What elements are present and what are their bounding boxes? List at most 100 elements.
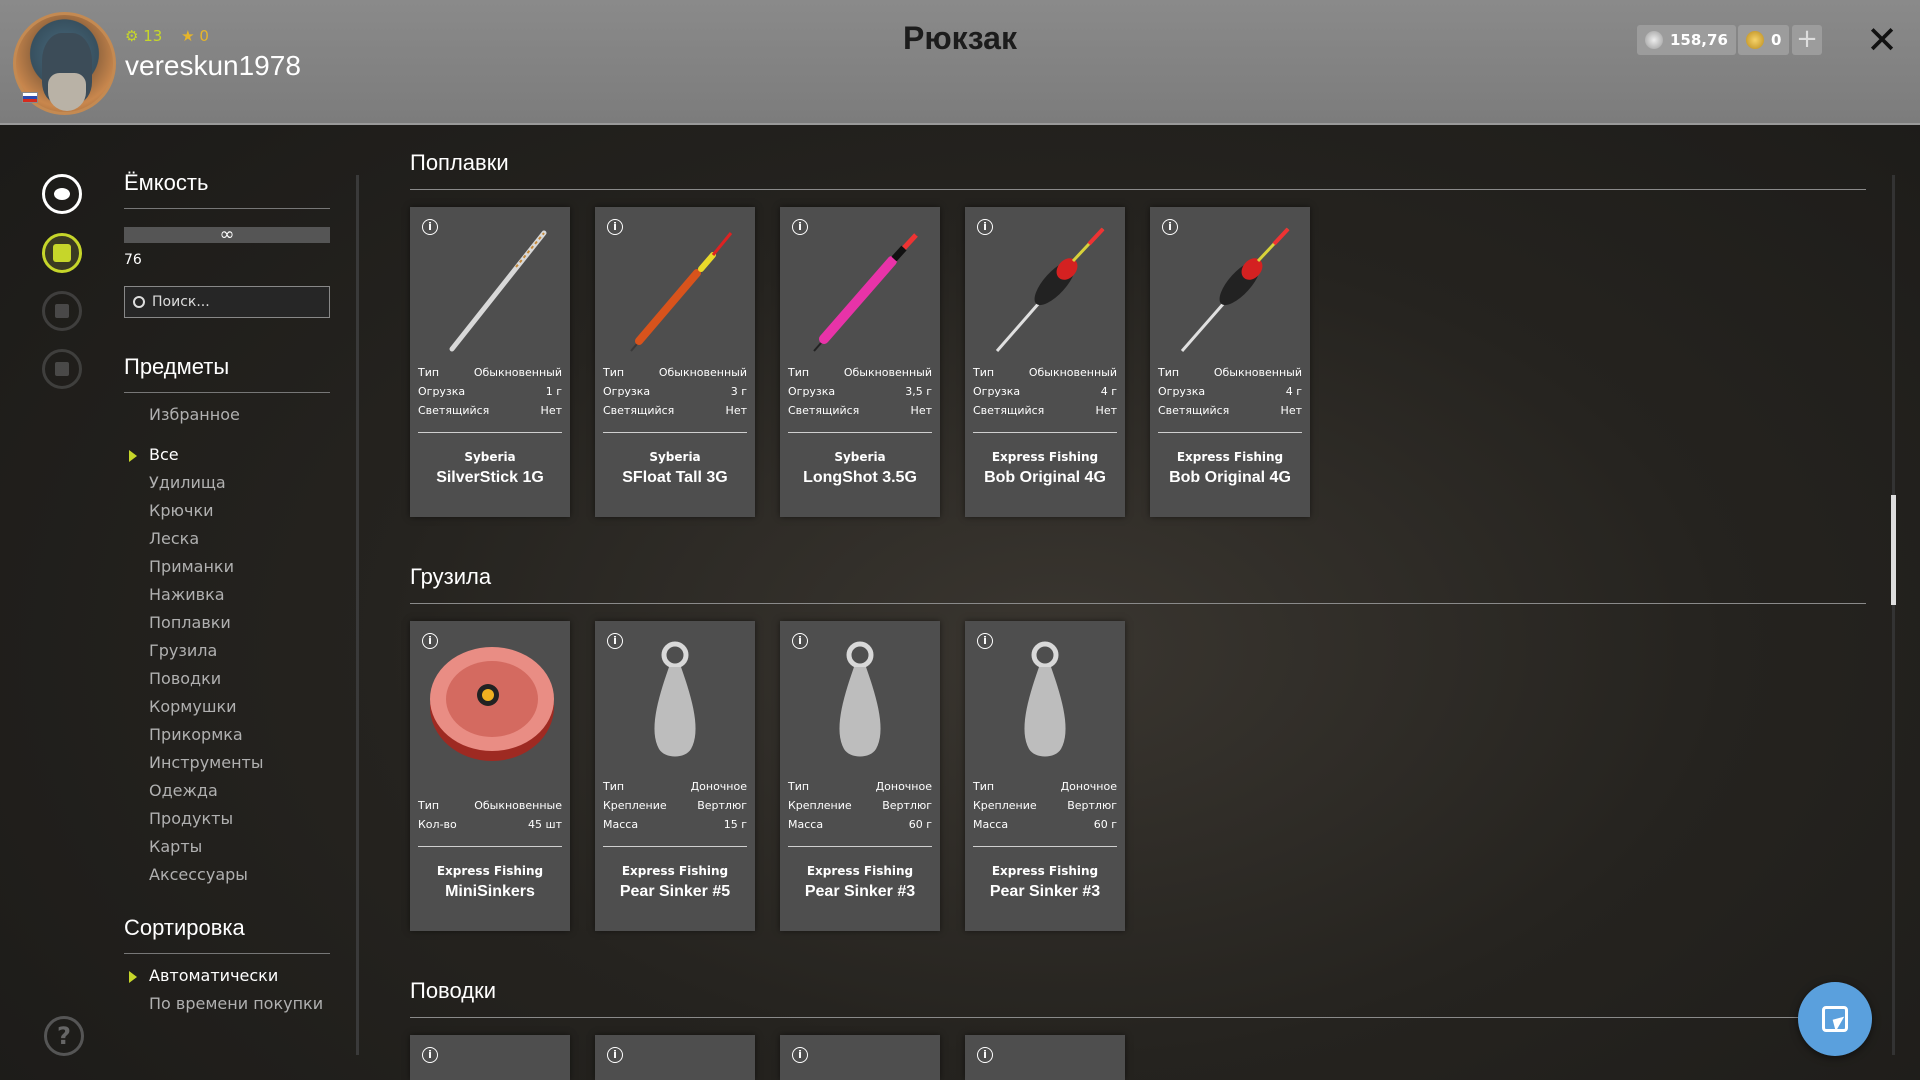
stars-badge: ★ 0 — [181, 27, 209, 45]
item-brand: Express Fishing — [991, 864, 1099, 878]
item-card[interactable]: i Тип Обыкновенный Огрузка 3,5 г Светящийс… — [780, 207, 940, 517]
item-card[interactable]: i — [965, 1035, 1125, 1080]
section-title-leaders: Поводки — [410, 978, 496, 1003]
capacity-bar: ∞ — [124, 224, 330, 245]
filters-panel: Ёмкость ∞ 76 Предметы Избранное Все Удил… — [124, 170, 330, 1018]
filters-scrollbar[interactable] — [356, 175, 359, 1055]
sort-list: Автоматически По времени покупки — [124, 962, 330, 1018]
card-divider — [1158, 432, 1302, 433]
float-image — [995, 227, 1105, 352]
capacity-value: ∞ — [219, 224, 235, 245]
content-scrollbar[interactable] — [1891, 175, 1896, 1055]
item-card[interactable]: i Тип Обыкновенный Огрузка 3 г Светящийся Н… — [595, 207, 755, 517]
item-name: LongShot 3.5G — [803, 469, 917, 486]
category-tools[interactable]: Инструменты — [124, 749, 330, 777]
float-image — [449, 230, 547, 352]
item-name: Bob Original 4G — [984, 469, 1106, 486]
category-floats[interactable]: Поплавки — [124, 609, 330, 637]
item-brand: Express Fishing — [621, 864, 729, 878]
close-button[interactable]: ✕ — [1862, 20, 1902, 60]
category-feeders[interactable]: Кормушки — [124, 693, 330, 721]
item-card[interactable]: i Тип Доночное Крепление Вертлюг Масса 60 г… — [780, 621, 940, 931]
search-input[interactable] — [152, 294, 312, 310]
info-icon[interactable]: i — [422, 1047, 438, 1063]
item-card[interactable]: i Тип Обыкновенный Огрузка 4 г Светящийся Н… — [1150, 207, 1310, 517]
card-divider — [788, 432, 932, 433]
capacity-heading: Ёмкость — [124, 170, 330, 209]
item-card[interactable]: i — [410, 1035, 570, 1080]
category-groundbait[interactable]: Прикормка — [124, 721, 330, 749]
item-name: SilverStick 1G — [436, 469, 544, 486]
item-name: SFloat Tall 3G — [622, 469, 728, 486]
item-name: Pear Sinker #3 — [989, 883, 1101, 900]
item-card[interactable]: i Тип Обыкновенные Кол-во 45 шт Express Fi… — [410, 621, 570, 931]
fish-icon[interactable] — [42, 174, 82, 214]
section-divider — [410, 1017, 1866, 1018]
item-card[interactable]: i — [595, 1035, 755, 1080]
card-divider — [418, 432, 562, 433]
cursor-icon — [1822, 1006, 1848, 1032]
sinker-image — [839, 641, 881, 757]
house-icon[interactable] — [42, 349, 82, 389]
float-image — [630, 232, 733, 352]
gold-coin-icon — [1746, 31, 1764, 49]
item-card[interactable]: i Тип Доночное Крепление Вертлюг Масса 60 г… — [965, 621, 1125, 931]
help-icon[interactable]: ? — [44, 1016, 84, 1056]
category-food[interactable]: Продукты — [124, 805, 330, 833]
card-divider — [418, 846, 562, 847]
add-currency-button[interactable]: + — [1792, 25, 1822, 55]
item-card[interactable]: i — [780, 1035, 940, 1080]
category-sinkers[interactable]: Грузила — [124, 637, 330, 665]
item-card[interactable]: i Тип Доночное Крепление Вертлюг Масса 15 г… — [595, 621, 755, 931]
item-name: Pear Sinker #3 — [804, 883, 916, 900]
item-props: Тип Обыкновенный Огрузка 4 г Светящийся Нет — [1158, 366, 1302, 417]
item-name: MiniSinkers — [445, 883, 535, 900]
russia-flag-icon — [22, 92, 38, 103]
category-line[interactable]: Леска — [124, 525, 330, 553]
boat-icon[interactable] — [42, 291, 82, 331]
sinker-image — [654, 641, 696, 757]
sort-by-purchase-time[interactable]: По времени покупки — [124, 990, 330, 1018]
item-props: Тип Обыкновенный Огрузка 1 г Светящийся Нет — [418, 366, 562, 417]
card-divider — [603, 846, 747, 847]
gold-balance: 0 — [1738, 25, 1790, 55]
category-favorites[interactable]: Избранное — [124, 401, 330, 429]
silver-coin-icon — [1645, 31, 1663, 49]
category-maps[interactable]: Карты — [124, 833, 330, 861]
player-stats: ⚙ 13 ★ 0 — [125, 27, 209, 45]
items-heading: Предметы — [124, 354, 330, 393]
category-rods[interactable]: Удилища — [124, 469, 330, 497]
section-divider — [410, 189, 1866, 190]
item-card[interactable]: i Тип Обыкновенный Огрузка 4 г Светящийся Н… — [965, 207, 1125, 517]
item-props: Тип Доночное Крепление Вертлюг Масса 60 г — [788, 780, 932, 831]
category-clothing[interactable]: Одежда — [124, 777, 330, 805]
cursor-mode-button[interactable] — [1798, 982, 1872, 1056]
category-leaders[interactable]: Поводки — [124, 665, 330, 693]
sinker-image — [1024, 641, 1066, 757]
item-brand: Syberia — [464, 450, 516, 464]
item-brand: Express Fishing — [1176, 450, 1284, 464]
backpack-icon[interactable] — [42, 233, 82, 273]
section-title-sinkers: Грузила — [410, 564, 492, 589]
card-divider — [973, 846, 1117, 847]
item-brand: Express Fishing — [806, 864, 914, 878]
float-image — [813, 233, 918, 352]
item-props: Тип Доночное Крепление Вертлюг Масса 60 г — [973, 780, 1117, 831]
info-icon[interactable]: i — [977, 1047, 993, 1063]
info-icon[interactable]: i — [792, 1047, 808, 1063]
item-card[interactable]: i Тип Обыкновенный Огрузка 1 г Светящийся Н… — [410, 207, 570, 517]
sort-auto[interactable]: Автоматически — [124, 962, 330, 990]
sort-heading: Сортировка — [124, 915, 330, 954]
sinker-box-image — [430, 647, 554, 761]
category-all[interactable]: Все — [124, 441, 330, 469]
category-accessories[interactable]: Аксессуары — [124, 861, 330, 889]
info-icon[interactable]: i — [607, 1047, 623, 1063]
category-bait[interactable]: Наживка — [124, 581, 330, 609]
item-props: Тип Обыкновенные Кол-во 45 шт — [418, 799, 562, 831]
section-divider — [410, 603, 1866, 604]
category-hooks[interactable]: Крючки — [124, 497, 330, 525]
search-field[interactable] — [124, 286, 330, 318]
capacity-count: 76 — [124, 252, 142, 268]
scrollbar-thumb[interactable] — [1891, 495, 1896, 605]
category-lures[interactable]: Приманки — [124, 553, 330, 581]
